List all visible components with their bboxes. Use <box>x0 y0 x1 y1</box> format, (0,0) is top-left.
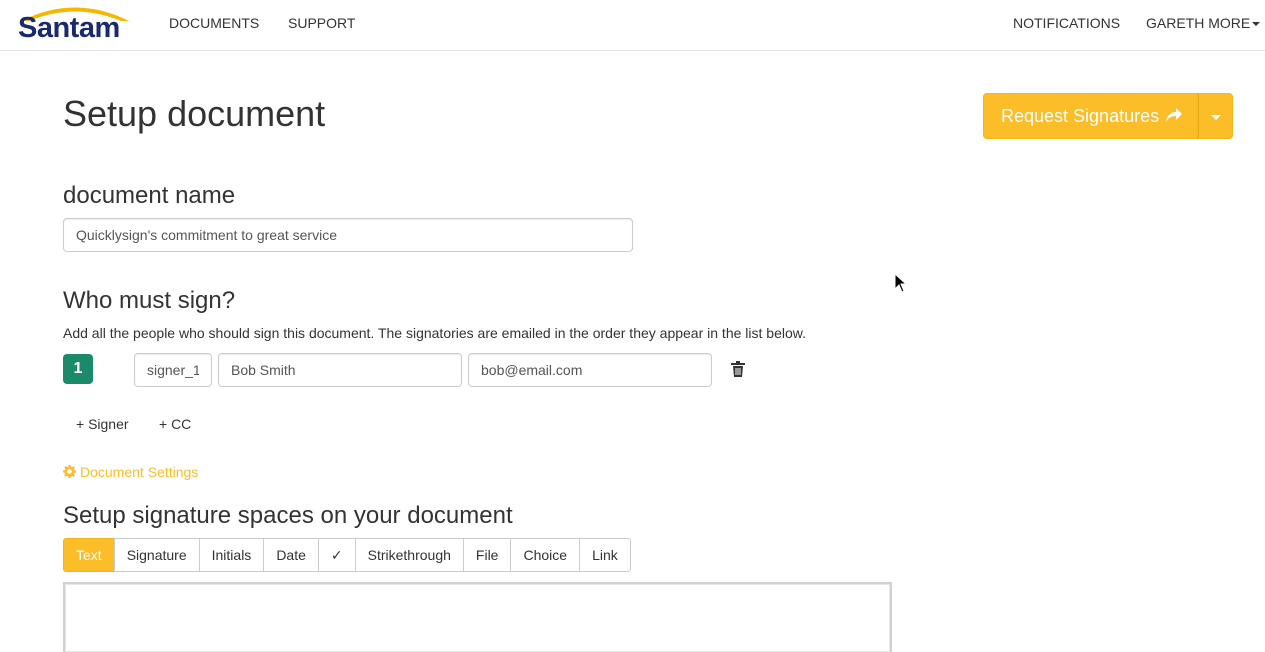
tool-signature[interactable]: Signature <box>113 538 200 572</box>
tool-initials[interactable]: Initials <box>198 538 265 572</box>
request-signatures-group: Request Signatures <box>983 93 1233 139</box>
request-signatures-button[interactable]: Request Signatures <box>983 93 1198 139</box>
request-signatures-label: Request Signatures <box>1001 106 1160 126</box>
add-cc-button[interactable]: + CC <box>159 416 191 432</box>
tool-text[interactable]: Text <box>63 538 115 572</box>
signer-name-field[interactable] <box>218 353 462 387</box>
nav-support[interactable]: SUPPORT <box>288 15 355 31</box>
tool-checkmark[interactable]: ✓ <box>317 538 356 572</box>
chevron-down-icon <box>1252 22 1261 27</box>
user-menu[interactable]: GARETH MORE <box>1146 15 1261 31</box>
field-type-toolbar: Text Signature Initials Date ✓ Strikethr… <box>63 538 631 572</box>
request-signatures-dropdown[interactable] <box>1198 93 1233 139</box>
page-title: Setup document <box>63 93 326 134</box>
document-settings-link[interactable]: Document Settings <box>63 464 198 480</box>
document-name-heading: document name <box>63 182 236 209</box>
nav-notifications[interactable]: NOTIFICATIONS <box>1013 15 1120 31</box>
share-arrow-icon <box>1165 94 1183 139</box>
signer-role-field[interactable] <box>134 353 212 387</box>
document-name-input[interactable] <box>63 218 633 252</box>
tool-file[interactable]: File <box>462 538 512 572</box>
user-name: GARETH MORE <box>1146 15 1251 31</box>
mouse-pointer-icon <box>894 273 908 293</box>
logo-text: Santam <box>18 12 120 44</box>
add-signer-button[interactable]: + Signer <box>76 416 129 432</box>
document-preview-canvas[interactable] <box>63 582 892 652</box>
who-must-sign-heading: Who must sign? <box>63 287 236 314</box>
signature-spaces-heading: Setup signature spaces on your document <box>63 502 513 529</box>
document-settings-label: Document Settings <box>80 464 199 480</box>
tool-link[interactable]: Link <box>579 538 631 572</box>
tool-choice[interactable]: Choice <box>510 538 581 572</box>
nav-documents[interactable]: DOCUMENTS <box>169 15 259 31</box>
signers-help-text: Add all the people who should sign this … <box>63 325 806 341</box>
tool-strikethrough[interactable]: Strikethrough <box>354 538 464 572</box>
gear-icon <box>63 465 77 478</box>
trash-icon[interactable] <box>731 361 745 377</box>
signer-order-badge: 1 <box>63 354 93 384</box>
top-navbar: Santam DOCUMENTS SUPPORT NOTIFICATIONS G… <box>0 0 1265 51</box>
signer-email-field[interactable] <box>468 353 712 387</box>
santam-logo[interactable]: Santam <box>17 0 133 46</box>
chevron-down-icon <box>1211 115 1221 120</box>
tool-date[interactable]: Date <box>263 538 319 572</box>
